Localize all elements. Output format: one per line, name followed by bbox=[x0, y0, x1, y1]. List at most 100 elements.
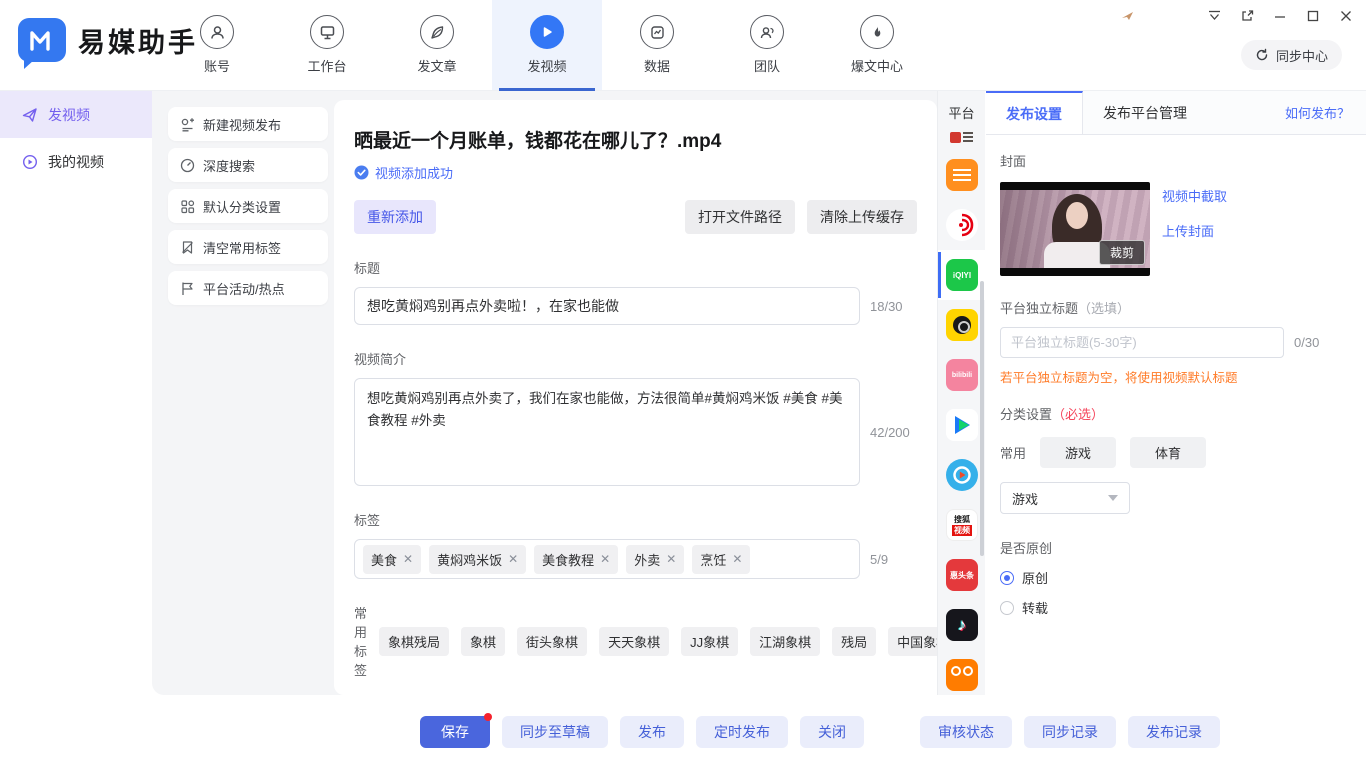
platform-icon-bilibili[interactable]: bilibili bbox=[938, 350, 985, 400]
nav-item-hot-center[interactable]: 爆文中心 bbox=[822, 0, 932, 90]
platform-icon-haokan-video[interactable] bbox=[938, 450, 985, 500]
publish-panel: 发布设置 发布平台管理 如何发布？ 封面 裁剪 视频中截取 上传封面 bbox=[986, 91, 1366, 695]
platform-column: 平台 iQIYI bilibili bbox=[937, 91, 985, 695]
remove-tag-icon[interactable]: ✕ bbox=[732, 552, 742, 566]
popout-icon[interactable] bbox=[1237, 6, 1257, 26]
tag-chip[interactable]: 美食教程✕ bbox=[534, 545, 618, 574]
common-tag[interactable]: 象棋 bbox=[461, 627, 505, 656]
publish-records-button[interactable]: 发布记录 bbox=[1128, 716, 1220, 748]
platform-icon-sohu-video[interactable]: 搜狐 视频 bbox=[938, 500, 985, 550]
refresh-icon bbox=[1255, 48, 1269, 62]
capture-from-video-link[interactable]: 视频中截取 bbox=[1162, 186, 1227, 205]
platform-icon-eyepetizer[interactable] bbox=[938, 300, 985, 350]
upload-cover-link[interactable]: 上传封面 bbox=[1162, 221, 1227, 240]
common-tags-row: 常用标签 象棋残局 象棋 街头象棋 天天象棋 JJ象棋 江湖象棋 残局 中国象棋 bbox=[354, 603, 917, 679]
scheduled-publish-button[interactable]: 定时发布 bbox=[696, 716, 788, 748]
nav-item-account[interactable]: 账号 bbox=[162, 0, 272, 90]
review-status-button[interactable]: 审核状态 bbox=[920, 716, 1012, 748]
tag-chip[interactable]: 美食✕ bbox=[363, 545, 421, 574]
platform-scrollbar[interactable] bbox=[980, 281, 984, 556]
monitor-icon bbox=[310, 15, 344, 49]
filter-icon[interactable] bbox=[1204, 6, 1224, 26]
flag-icon bbox=[180, 281, 195, 296]
tags-counter: 5/9 bbox=[870, 552, 888, 567]
tab-platform-manage[interactable]: 发布平台管理 bbox=[1083, 91, 1207, 134]
clear-common-tags-button[interactable]: 清空常用标签 bbox=[168, 230, 328, 264]
unsaved-badge bbox=[484, 713, 492, 721]
crop-button[interactable]: 裁剪 bbox=[1099, 240, 1145, 265]
chevron-down-icon bbox=[1108, 495, 1118, 501]
close-button[interactable] bbox=[1336, 6, 1356, 26]
title-input[interactable] bbox=[354, 287, 860, 325]
tags-label: 标签 bbox=[354, 510, 917, 529]
radio-original[interactable]: 原创 bbox=[1000, 568, 1352, 587]
re-add-button[interactable]: 重新添加 bbox=[354, 200, 436, 234]
nav-item-workbench[interactable]: 工作台 bbox=[272, 0, 382, 90]
how-to-publish-link[interactable]: 如何发布？ bbox=[1285, 91, 1366, 134]
platform-icon-iqiyi[interactable]: iQIYI bbox=[938, 250, 985, 300]
platform-activity-button[interactable]: 平台活动/热点 bbox=[168, 271, 328, 305]
video-form-card: 晒最近一个月账单，钱都花在哪儿了？.mp4 视频添加成功 重新添加 打开文件路径… bbox=[334, 100, 937, 695]
publish-button[interactable]: 发布 bbox=[620, 716, 684, 748]
clear-upload-cache-button[interactable]: 清除上传缓存 bbox=[807, 200, 917, 234]
platform-icon-qutoutiao[interactable] bbox=[938, 150, 985, 200]
radio-repost[interactable]: 转载 bbox=[1000, 598, 1352, 617]
deep-search-button[interactable]: 深度搜索 bbox=[168, 148, 328, 182]
category-select[interactable]: 游戏 bbox=[1000, 482, 1130, 514]
platform-icon-douyin[interactable]: ♪ bbox=[938, 600, 985, 650]
common-tag[interactable]: 天天象棋 bbox=[599, 627, 669, 656]
sidebar-item-my-videos[interactable]: 我的视频 bbox=[0, 138, 152, 185]
sync-center-button[interactable]: 同步中心 bbox=[1241, 40, 1342, 70]
sidebar-item-publish-video[interactable]: 发视频 bbox=[0, 91, 152, 138]
common-tag[interactable]: 江湖象棋 bbox=[750, 627, 820, 656]
sync-to-draft-button[interactable]: 同步至草稿 bbox=[502, 716, 608, 748]
title-counter: 18/30 bbox=[870, 299, 903, 314]
save-button[interactable]: 保存 bbox=[420, 716, 490, 748]
remove-tag-icon[interactable]: ✕ bbox=[508, 552, 518, 566]
tag-chip[interactable]: 外卖✕ bbox=[626, 545, 684, 574]
custom-title-note: 若平台独立标题为空，将使用视频默认标题 bbox=[1000, 367, 1352, 386]
common-label: 常用 bbox=[1000, 443, 1026, 462]
new-video-publish-button[interactable]: 新建视频发布 bbox=[168, 107, 328, 141]
common-tag[interactable]: 象棋残局 bbox=[379, 627, 449, 656]
cover-thumbnail[interactable]: 裁剪 bbox=[1000, 182, 1150, 276]
upload-status: 视频添加成功 bbox=[354, 163, 917, 182]
tag-chip[interactable]: 烹饪✕ bbox=[692, 545, 750, 574]
platform-icon-kuaishou[interactable] bbox=[938, 650, 985, 695]
tray-icon[interactable] bbox=[1120, 8, 1136, 24]
nav-item-team[interactable]: 团队 bbox=[712, 0, 822, 90]
description-textarea[interactable]: 想吃黄焖鸡别再点外卖了，我们在家也能做，方法很简单#黄焖鸡米饭 #美食 #美食教… bbox=[354, 378, 860, 486]
radio-icon bbox=[1000, 601, 1014, 615]
platform-icon-tencent-video[interactable] bbox=[938, 400, 985, 450]
category-button-sports[interactable]: 体育 bbox=[1130, 437, 1206, 468]
nav-item-publish-video[interactable]: 发视频 bbox=[492, 0, 602, 90]
common-tag[interactable]: 中国象棋 bbox=[888, 627, 937, 656]
feather-pen-icon bbox=[420, 15, 454, 49]
custom-title-input[interactable] bbox=[1000, 327, 1284, 358]
close-button-footer[interactable]: 关闭 bbox=[800, 716, 864, 748]
open-file-path-button[interactable]: 打开文件路径 bbox=[685, 200, 795, 234]
maximize-button[interactable] bbox=[1303, 6, 1323, 26]
platform-icon-huitoutiao[interactable]: 惠头条 bbox=[938, 550, 985, 600]
new-publish-icon bbox=[180, 117, 195, 132]
sync-records-button[interactable]: 同步记录 bbox=[1024, 716, 1116, 748]
app-logo-icon bbox=[18, 18, 66, 62]
nav-item-data[interactable]: 数据 bbox=[602, 0, 712, 90]
platform-icon-ifeng[interactable] bbox=[938, 200, 985, 250]
remove-tag-icon[interactable]: ✕ bbox=[666, 552, 676, 566]
common-tag[interactable]: 街头象棋 bbox=[517, 627, 587, 656]
default-category-button[interactable]: 默认分类设置 bbox=[168, 189, 328, 223]
minimize-button[interactable] bbox=[1270, 6, 1290, 26]
custom-title-label: 平台独立标题（选填） bbox=[1000, 298, 1352, 317]
window-controls bbox=[1204, 6, 1356, 26]
common-tag[interactable]: JJ象棋 bbox=[681, 627, 738, 656]
tab-publish-settings[interactable]: 发布设置 bbox=[986, 91, 1083, 134]
remove-tag-icon[interactable]: ✕ bbox=[600, 552, 610, 566]
remove-tag-icon[interactable]: ✕ bbox=[403, 552, 413, 566]
platform-icon-mini-badge[interactable] bbox=[950, 132, 974, 144]
common-tag[interactable]: 残局 bbox=[832, 627, 876, 656]
category-button-game[interactable]: 游戏 bbox=[1040, 437, 1116, 468]
nav-item-article[interactable]: 发文章 bbox=[382, 0, 492, 90]
tags-input[interactable]: 美食✕ 黄焖鸡米饭✕ 美食教程✕ 外卖✕ 烹饪✕ bbox=[354, 539, 860, 579]
tag-chip[interactable]: 黄焖鸡米饭✕ bbox=[429, 545, 526, 574]
